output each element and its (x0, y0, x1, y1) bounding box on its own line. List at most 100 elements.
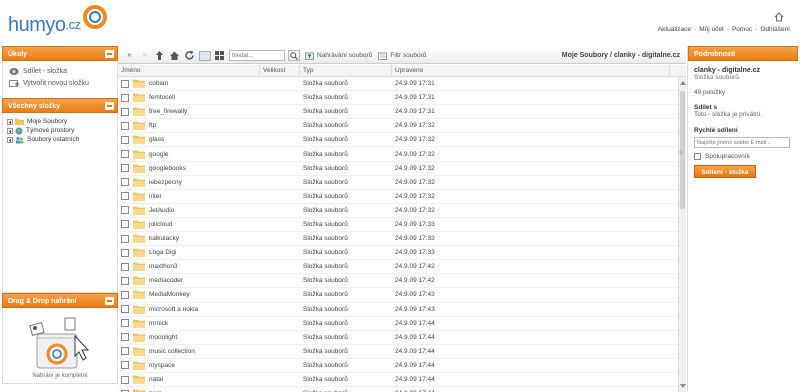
row-checkbox[interactable] (121, 107, 129, 116)
row-checkbox[interactable] (121, 248, 129, 257)
file-name[interactable]: moonlight (149, 334, 177, 341)
row-checkbox[interactable] (121, 290, 129, 299)
row-checkbox[interactable] (121, 347, 129, 356)
expand-icon[interactable] (7, 136, 13, 143)
row-checkbox[interactable] (121, 164, 129, 173)
dragdrop-panel-header[interactable]: Drag & Drop nahrání (2, 293, 118, 308)
grid-view-icon[interactable] (214, 50, 225, 61)
table-row[interactable]: femtocell Složka souborů 24.9.09 17:31 (118, 91, 686, 106)
collapse-icon[interactable] (105, 297, 114, 305)
row-checkbox[interactable] (121, 375, 129, 384)
file-name[interactable]: mrnick (149, 320, 168, 327)
nav-link-aktualizace[interactable]: Aktualizace (658, 26, 691, 33)
humyo-logo[interactable]: humyo .cz (8, 5, 108, 36)
slozky-panel-header[interactable]: Všechny složky (2, 98, 118, 113)
resize-handle[interactable]: ≡ (679, 150, 685, 160)
file-name[interactable]: cobian (149, 80, 168, 87)
row-checkbox[interactable] (121, 220, 129, 229)
table-row[interactable]: natal Složka souborů 24.9.09 17:44 (118, 373, 686, 388)
row-checkbox[interactable] (121, 178, 129, 187)
file-name[interactable]: femtocell (149, 94, 175, 101)
file-name[interactable]: mediacoder (149, 277, 183, 284)
file-name[interactable]: maxthon3 (149, 263, 178, 270)
list-view-icon[interactable] (199, 50, 211, 61)
table-row[interactable]: intel Složka souborů 24.9.09 17:32 (118, 190, 686, 204)
table-row[interactable]: MediaMonkey Složka souborů 24.9.09 17:43 (118, 288, 686, 303)
row-checkbox[interactable] (121, 135, 129, 144)
file-name[interactable]: free_firewally (149, 108, 187, 115)
row-checkbox[interactable] (121, 305, 129, 314)
file-name[interactable]: microsoft a nokia (149, 306, 198, 313)
file-name[interactable]: JetAudio (149, 207, 174, 214)
dragdrop-zone[interactable]: Nahrání je kompletní (2, 308, 118, 384)
file-name[interactable]: music collection (149, 348, 195, 355)
column-header-name[interactable]: Jméno (118, 65, 260, 76)
row-checkbox[interactable] (121, 262, 129, 271)
table-row[interactable]: mediacoder Složka souborů 24.9.09 17:42 (118, 274, 686, 289)
table-row[interactable]: free_firewally Složka souborů 24.9.09 17:3… (118, 105, 686, 120)
column-header-type[interactable]: Typ (300, 65, 392, 76)
table-row[interactable]: myspace Složka souborů 24.9.09 17:44 (118, 359, 686, 373)
table-row[interactable]: ftp Složka souborů 24.9.09 17:32 (118, 119, 686, 134)
table-row[interactable]: cobian Složka souborů 24.9.09 17:31 (118, 77, 686, 92)
row-checkbox[interactable] (121, 361, 129, 370)
forward-icon[interactable]: » (139, 50, 150, 61)
row-checkbox[interactable] (121, 121, 129, 130)
up-folder-icon[interactable] (154, 50, 165, 61)
collaborator-checkbox[interactable] (694, 153, 701, 160)
home-icon[interactable] (774, 12, 784, 22)
file-name[interactable]: kalkulacky (149, 235, 179, 242)
collaborator-option[interactable]: Spolupracovník (694, 153, 792, 160)
nav-link-pomoc[interactable]: Pomoc (732, 26, 752, 33)
refresh-icon[interactable] (184, 50, 195, 61)
row-checkbox[interactable] (121, 319, 129, 328)
column-header-modified[interactable]: Upraveno (392, 65, 670, 76)
table-row[interactable]: mrnick Složka souborů 24.9.09 17:44 (118, 317, 686, 331)
table-row[interactable]: iebezpecny Složka souborů 24.9.09 17:32 (118, 176, 686, 190)
file-name[interactable]: myspace (149, 362, 175, 369)
scroll-down-icon[interactable] (680, 384, 686, 388)
table-row[interactable]: music collection Složka souborů 24.9.09 17… (118, 345, 686, 359)
home-folder-icon[interactable] (169, 50, 180, 61)
table-row[interactable]: glass Složka souborů 24.9.09 17:32 (118, 133, 686, 148)
column-header-size[interactable]: Velikost (260, 65, 300, 76)
tree-item-tymove-prostory[interactable]: Týmové prostory (7, 126, 113, 135)
collapse-icon[interactable] (105, 50, 114, 58)
search-button[interactable] (288, 50, 300, 61)
file-name[interactable]: jolicloud (149, 221, 173, 228)
upload-files-button[interactable]: Nahrávání souborů (305, 52, 372, 60)
file-name[interactable]: Loga Digi (149, 249, 176, 256)
tree-item-soubory-ostatnich[interactable]: Soubory ostatních (7, 135, 113, 144)
row-checkbox[interactable] (121, 93, 129, 102)
scroll-up-icon[interactable] (680, 81, 686, 85)
share-folder-button[interactable]: Sdílení - složka (694, 165, 756, 178)
table-row[interactable]: jolicloud Složka souborů 24.9.09 17:33 (118, 218, 686, 233)
tree-item-moje-soubory[interactable]: Moje Soubory (7, 117, 113, 126)
vertical-scrollbar[interactable] (678, 77, 686, 392)
file-name[interactable]: google (149, 151, 169, 158)
collapse-icon[interactable] (105, 102, 114, 110)
row-checkbox[interactable] (121, 150, 129, 159)
ukoly-panel-header[interactable]: Úkoly (2, 46, 118, 61)
file-name[interactable]: natal (149, 376, 163, 383)
row-checkbox[interactable] (121, 276, 129, 285)
file-name[interactable]: MediaMonkey (149, 291, 189, 298)
row-checkbox[interactable] (121, 333, 129, 342)
quick-share-input[interactable] (694, 137, 790, 148)
nav-link-odhlaseni[interactable]: Odhlášení (760, 26, 790, 33)
filter-files-button[interactable]: Filtr souborů (378, 52, 426, 60)
search-input[interactable] (229, 50, 285, 61)
table-row[interactable]: kalkulacky Složka souborů 24.9.09 17:33 (118, 232, 686, 247)
row-checkbox[interactable] (121, 234, 129, 243)
task-new-folder[interactable]: Vytvořit novou složku (9, 77, 111, 89)
table-row[interactable]: microsoft a nokia Složka souborů 24.9.09 1… (118, 303, 686, 317)
file-name[interactable]: glass (149, 136, 164, 143)
file-name[interactable]: intel (149, 193, 161, 200)
row-checkbox[interactable] (121, 192, 129, 201)
file-name[interactable]: googlebooks (149, 165, 186, 172)
table-row[interactable]: neroSložka souborů24.9.09 17:44 (118, 387, 686, 392)
table-row[interactable]: maxthon3 Složka souborů 24.9.09 17:42 (118, 260, 686, 275)
nav-link-muj-ucet[interactable]: Můj účet (699, 26, 724, 33)
file-name[interactable]: ftp (149, 122, 156, 129)
table-row[interactable]: moonlight Složka souborů 24.9.09 17:44 (118, 331, 686, 345)
